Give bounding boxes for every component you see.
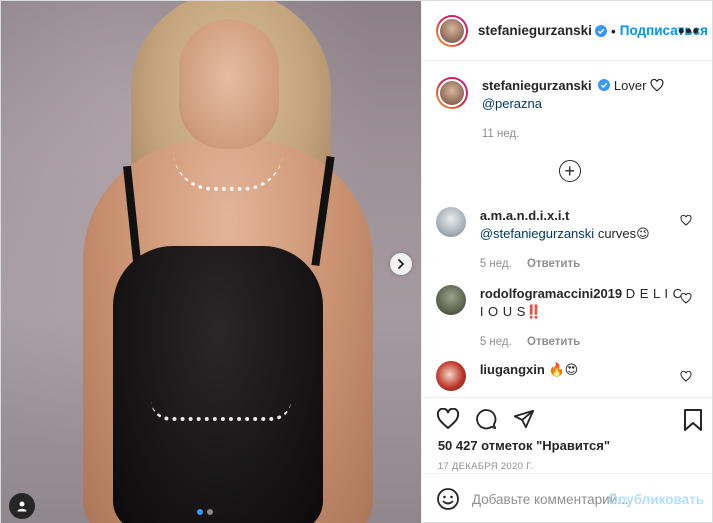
- comment-username[interactable]: liugangxin: [480, 362, 545, 377]
- post-photo[interactable]: [1, 1, 421, 523]
- chevron-right-icon: [398, 259, 405, 269]
- tagged-users-button[interactable]: [9, 493, 35, 519]
- comment-item: rodolfogramaccini2019 D E L I C I O U S‼…: [435, 285, 706, 351]
- heart-outline-icon: [650, 78, 664, 92]
- caption-avatar[interactable]: [435, 77, 468, 109]
- like-heart-icon[interactable]: [436, 408, 460, 430]
- carousel-dot: [207, 509, 213, 515]
- comment-bubble-icon[interactable]: [474, 408, 498, 430]
- comment-username[interactable]: rodolfogramaccini2019: [480, 286, 622, 301]
- reply-button[interactable]: Ответить: [527, 336, 580, 348]
- comment-mention[interactable]: @stefaniegurzanski: [480, 226, 594, 241]
- comment-item: a.m.a.n.d.i.x.i.t @stefaniegurzanski cur…: [435, 207, 706, 273]
- photo-face: [179, 19, 279, 149]
- header-separator: •: [610, 22, 616, 39]
- post-sidebar: stefaniegurzanski • Подписаться ••• stef…: [420, 1, 712, 523]
- comment-username[interactable]: a.m.a.n.d.i.x.i.t: [480, 208, 570, 223]
- photo-corset: [113, 246, 323, 523]
- comment-avatar[interactable]: [435, 361, 466, 391]
- share-paper-plane-icon[interactable]: [512, 408, 536, 430]
- reply-button[interactable]: Ответить: [527, 258, 580, 270]
- verified-badge-icon: [594, 24, 607, 37]
- emoji-smiley-icon[interactable]: [436, 487, 460, 511]
- publish-button[interactable]: Опубликовать: [608, 492, 704, 507]
- photo-belt: [151, 401, 291, 421]
- like-comment-heart-icon[interactable]: [680, 215, 692, 226]
- post-header: stefaniegurzanski • Подписаться •••: [421, 1, 712, 61]
- add-comment-bar: Опубликовать: [421, 473, 712, 523]
- comments-section: stefaniegurzanski Lover @perazna 11 нед.: [422, 61, 712, 397]
- caption-time[interactable]: 11 нед.: [482, 125, 692, 143]
- like-comment-heart-icon[interactable]: [680, 293, 692, 304]
- user-icon: [17, 501, 27, 512]
- carousel-dot-active: [197, 509, 203, 515]
- carousel-next-button[interactable]: [390, 253, 412, 275]
- carousel-indicator: [197, 509, 213, 515]
- like-comment-heart-icon[interactable]: [680, 371, 692, 382]
- more-options-icon[interactable]: •••: [678, 21, 700, 42]
- instagram-post: stefaniegurzanski • Подписаться ••• stef…: [0, 0, 713, 523]
- comment-item: liugangxin 🔥😍: [435, 361, 706, 391]
- caption-username[interactable]: stefaniegurzanski: [482, 78, 592, 93]
- comment-time[interactable]: 5 нед.: [480, 258, 512, 270]
- likes-count[interactable]: 50 427 отметок "Нравится": [438, 438, 610, 453]
- comment-emoji: 😉: [636, 226, 650, 241]
- post-date[interactable]: 17 ДЕКАБРЯ 2020 Г.: [438, 461, 534, 472]
- avatar[interactable]: [435, 14, 468, 47]
- comment-time[interactable]: 5 нед.: [480, 336, 512, 348]
- load-more-comments-button[interactable]: +: [558, 160, 581, 182]
- comment-avatar[interactable]: [435, 207, 466, 237]
- verified-badge-icon: [598, 79, 611, 91]
- comment-avatar[interactable]: [435, 285, 466, 315]
- comment-text: 🔥😍: [548, 362, 579, 377]
- bookmark-icon[interactable]: [682, 408, 704, 432]
- caption-text: Lover: [613, 78, 647, 93]
- caption: stefaniegurzanski Lover @perazna 11 нед.: [435, 77, 706, 143]
- caption-mention[interactable]: @perazna: [482, 96, 542, 111]
- comment-text: curves: [597, 226, 637, 241]
- header-username[interactable]: stefaniegurzanski: [478, 23, 592, 38]
